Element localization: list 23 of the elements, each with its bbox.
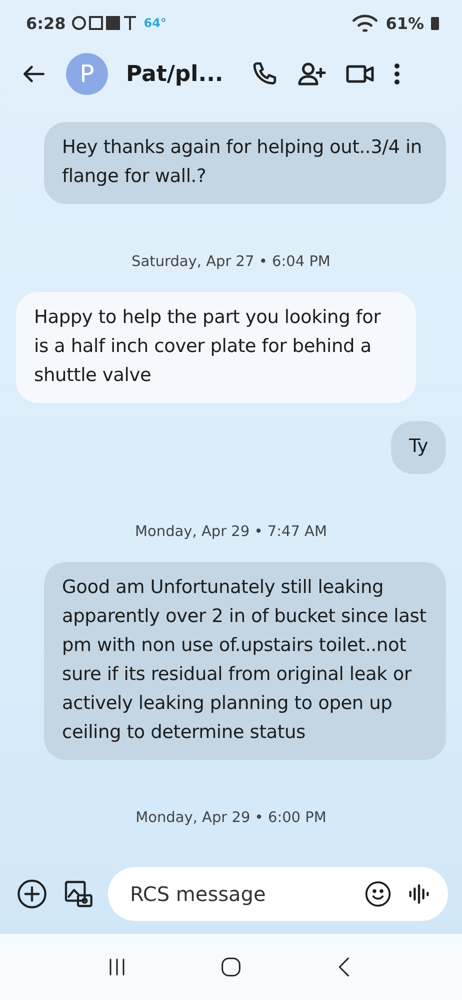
notification-icons-drawing — [72, 15, 138, 31]
message-input[interactable]: RCS message — [128, 881, 350, 907]
sent-message-bubble: Ty — [391, 421, 446, 474]
add-button[interactable] — [16, 878, 48, 910]
more-options-icon — [393, 62, 402, 86]
status-time: 6:28 — [26, 14, 66, 32]
plus-circle-icon — [16, 878, 48, 910]
date-separator: Monday, Apr 29 • 6:00 PM — [136, 810, 326, 826]
date-separator: Saturday, Apr 27 • 6:04 PM — [132, 254, 330, 270]
more-options-button[interactable] — [393, 62, 402, 86]
contact-avatar: P — [66, 53, 108, 95]
contact-name: Pat/pl... — [126, 62, 224, 86]
received-message-bubble: Happy to help the part you looking for is a half inch cover plate for behind a shuttle valve — [16, 292, 416, 403]
sent-message-bubble: Hey thanks again for helping out..3/4 in flange for wall.? — [44, 122, 446, 204]
battery-icon — [430, 15, 440, 31]
image-camera-icon — [62, 878, 94, 910]
emoji-icon — [364, 880, 392, 908]
gallery-button[interactable] — [62, 878, 94, 910]
date-separator: Monday, Apr 29 • 7:47 AM — [135, 524, 327, 540]
temperature: 64° — [144, 16, 166, 30]
battery-level: 61% — [386, 14, 424, 32]
sent-message-bubble: Good am Unfortunately still leaking apparently over 2 in of bucket since last pm with non use of.upstairs toilet..not sure if its residual from original leak or actively leaking planning to open up ceiling to determine status — [44, 562, 446, 760]
message-field[interactable]: RCS message — [108, 867, 448, 921]
